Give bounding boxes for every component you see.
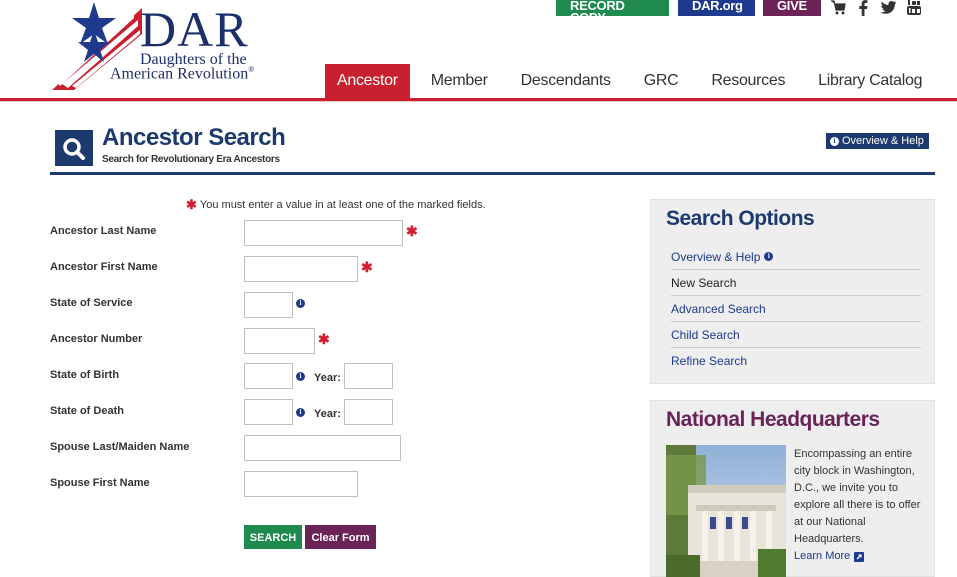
record-copy-button[interactable]: RECORD COPY: [556, 0, 669, 16]
row-state-death: State of Death i Year:: [50, 399, 530, 431]
info-icon: i: [764, 252, 774, 261]
option-refine-search-label: Refine Search: [671, 354, 748, 368]
label-state-service: State of Service: [50, 297, 133, 309]
row-first-name: Ancestor First Name ✱: [50, 256, 530, 287]
label-birth-year: Year:: [314, 372, 341, 384]
header-divider-shadow: [0, 101, 957, 102]
option-new-search[interactable]: New Search: [671, 270, 921, 296]
page-subtitle: Search for Revolutionary Era Ancestors: [102, 154, 280, 165]
overview-help-label: Overview & Help: [842, 135, 924, 147]
national-headquarters-panel: National Headquarters Encompassing an en…: [650, 400, 935, 577]
option-child-search-label: Child Search: [671, 327, 740, 342]
required-note: ✱ You must enter a value in at least one…: [186, 197, 486, 213]
search-options-list: Overview & Help i New Search Advanced Se…: [671, 244, 921, 374]
hq-description: Encompassing an entire city block in Was…: [794, 446, 924, 565]
label-ancestor-number: Ancestor Number: [50, 333, 143, 345]
nav-member[interactable]: Member: [419, 64, 500, 98]
logo-line-2: American Revolution®: [110, 65, 255, 83]
learn-more-label: Learn More: [794, 550, 851, 562]
row-spouse-first: Spouse First Name: [50, 471, 530, 503]
page-title: Ancestor Search: [102, 124, 286, 151]
spouse-first-name-input[interactable]: [244, 471, 358, 497]
facebook-icon[interactable]: [858, 0, 868, 16]
state-of-birth-input[interactable]: [244, 363, 293, 389]
label-state-birth: State of Birth: [50, 369, 120, 381]
overview-help-button[interactable]: i Overview & Help: [826, 133, 929, 149]
learn-more-link[interactable]: Learn More: [794, 548, 865, 565]
dar-org-button[interactable]: DAR.org: [678, 0, 755, 16]
label-spouse-first: Spouse First Name: [50, 477, 150, 489]
info-icon[interactable]: i: [296, 408, 305, 417]
search-icon: [55, 130, 93, 166]
state-of-death-input[interactable]: [244, 399, 293, 425]
option-overview-help[interactable]: Overview & Help i: [671, 244, 921, 270]
option-advanced-search[interactable]: Advanced Search: [671, 296, 921, 322]
death-year-input[interactable]: [344, 399, 393, 425]
required-star-icon: ✱: [361, 259, 373, 275]
option-new-search-label: New Search: [671, 275, 737, 290]
headquarters-photo[interactable]: [666, 445, 786, 577]
title-divider: [50, 172, 935, 175]
external-link-icon: [854, 551, 865, 562]
label-last-name: Ancestor Last Name: [50, 225, 157, 237]
search-button[interactable]: SEARCH: [244, 525, 302, 549]
info-icon[interactable]: i: [296, 299, 305, 308]
birth-year-input[interactable]: [344, 363, 393, 389]
nav-library-catalog[interactable]: Library Catalog: [806, 64, 934, 98]
info-icon[interactable]: i: [296, 372, 305, 381]
hq-title: National Headquarters: [666, 408, 880, 431]
label-death-year: Year:: [314, 408, 341, 420]
required-star-icon: ✱: [318, 331, 330, 347]
row-spouse-last: Spouse Last/Maiden Name: [50, 435, 530, 467]
search-options-panel: Search Options Overview & Help i New Sea…: [650, 199, 935, 384]
nav-grc[interactable]: GRC: [632, 64, 691, 98]
first-name-input[interactable]: [244, 256, 358, 282]
option-refine-search[interactable]: Refine Search: [671, 348, 921, 374]
required-star-icon: ✱: [186, 197, 197, 212]
hq-description-text: Encompassing an entire city block in Was…: [794, 448, 921, 545]
option-overview-help-label: Overview & Help: [671, 249, 761, 264]
info-icon: i: [830, 136, 839, 146]
required-star-icon: ✱: [406, 223, 418, 239]
spouse-last-name-input[interactable]: [244, 435, 401, 461]
site-header: DAR Daughters of the American Revolution…: [0, 0, 957, 102]
twitter-icon[interactable]: [880, 0, 897, 16]
youtube-icon[interactable]: [906, 0, 922, 16]
give-button[interactable]: GIVE: [763, 0, 821, 16]
logo-wordmark: DAR: [140, 1, 249, 57]
option-advanced-search-label: Advanced Search: [671, 301, 766, 316]
option-child-search[interactable]: Child Search: [671, 322, 921, 348]
state-of-service-input[interactable]: [244, 292, 293, 318]
last-name-input[interactable]: [244, 220, 403, 246]
main-nav: Ancestor Member Descendants GRC Resource…: [325, 64, 943, 98]
nav-resources[interactable]: Resources: [699, 64, 797, 98]
label-first-name: Ancestor First Name: [50, 261, 158, 273]
cart-icon[interactable]: [830, 0, 846, 16]
nav-ancestor[interactable]: Ancestor: [325, 64, 410, 98]
row-state-birth: State of Birth i Year:: [50, 363, 530, 395]
row-last-name: Ancestor Last Name ✱: [50, 220, 530, 251]
ancestor-number-input[interactable]: [244, 328, 315, 354]
dar-logo[interactable]: DAR Daughters of the American Revolution…: [52, 0, 262, 90]
search-options-title: Search Options: [666, 207, 815, 230]
label-spouse-last: Spouse Last/Maiden Name: [50, 441, 190, 453]
row-state-service: State of Service i: [50, 292, 530, 323]
label-state-death: State of Death: [50, 405, 124, 417]
clear-form-button[interactable]: Clear Form: [305, 525, 376, 549]
nav-descendants[interactable]: Descendants: [509, 64, 623, 98]
row-ancestor-number: Ancestor Number ✱: [50, 328, 530, 359]
required-note-text: You must enter a value in at least one o…: [199, 199, 486, 211]
